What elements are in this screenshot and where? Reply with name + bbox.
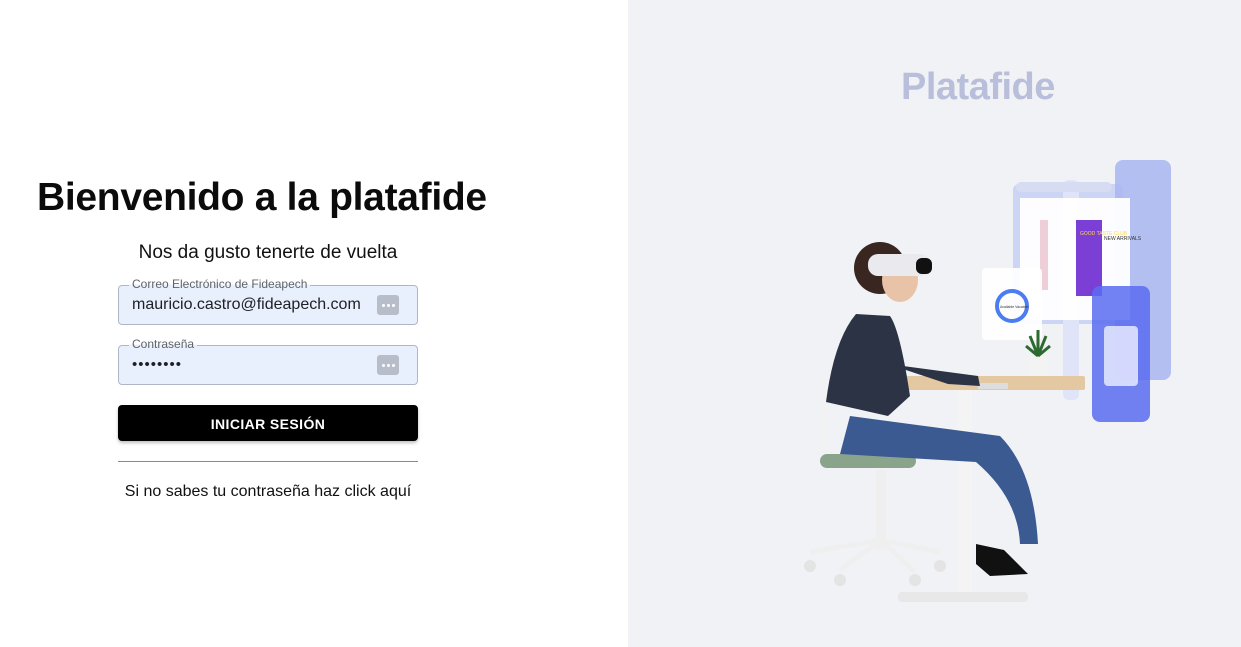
keyboard	[978, 383, 1008, 389]
vr-visor	[916, 258, 932, 274]
brand-logo: Platafide	[901, 66, 1055, 108]
screen-top-bar	[1016, 182, 1112, 192]
desk-leg	[958, 390, 972, 598]
vr-workspace-illustration: GOOD TASTE CLUB NEW ARRIVALS Available V…	[804, 160, 1171, 602]
password-field-value[interactable]: ••••••••	[132, 356, 182, 373]
plant-pot	[1028, 356, 1048, 376]
password-manager-icon[interactable]	[377, 355, 399, 375]
page-subtitle: Nos da gusto tenerte de vuelta	[138, 242, 398, 263]
email-field-label: Correo Electrónico de Fideapech	[129, 277, 311, 291]
chair-post	[876, 470, 886, 550]
chair-base	[809, 537, 941, 574]
page-title: Bienvenido a la platafide	[37, 176, 487, 219]
desk-foot	[898, 592, 1028, 602]
login-panel: Bienvenido a la platafide Nos da gusto t…	[0, 0, 628, 647]
email-field[interactable]: Correo Electrónico de Fideapech mauricio…	[118, 277, 418, 325]
password-manager-icon[interactable]	[377, 295, 399, 315]
email-field-value[interactable]: mauricio.castro@fideapech.com	[132, 296, 361, 314]
password-field-label: Contraseña	[129, 337, 198, 351]
person-shoes	[976, 544, 1028, 576]
widget-text: Available Vacation	[1000, 305, 1029, 309]
screen-text-2: NEW ARRIVALS	[1104, 236, 1142, 242]
person-jacket	[826, 314, 910, 416]
divider	[118, 461, 418, 462]
phone-card-inner	[1104, 326, 1138, 386]
vacation-widget	[982, 268, 1042, 340]
password-field[interactable]: Contraseña ••••••••	[118, 337, 418, 385]
person-pants	[840, 416, 1038, 544]
login-button[interactable]: INICIAR SESIÓN	[118, 405, 418, 441]
forgot-password-link[interactable]: Si no sabes tu contraseña haz click aquí	[118, 483, 418, 501]
